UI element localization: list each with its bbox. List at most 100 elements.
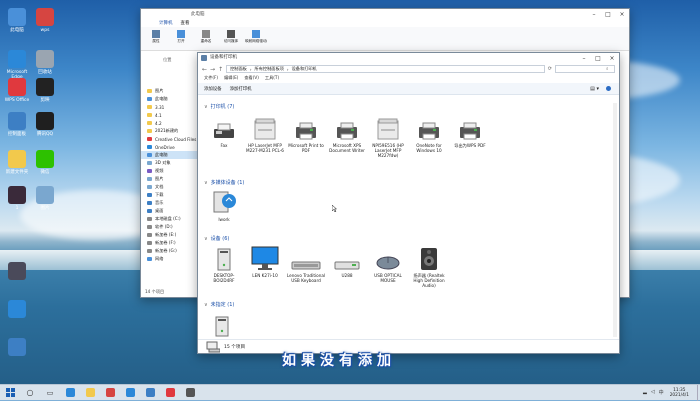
nav-item[interactable]: 音乐	[141, 199, 201, 207]
refresh-icon[interactable]: ⟳	[548, 66, 552, 72]
section-unspecified[interactable]: ∨ 未指定 (1)	[204, 301, 234, 309]
nav-item[interactable]: 2021新建的	[141, 127, 201, 135]
printer-item[interactable]: Microsoft Print to PDF	[286, 115, 326, 153]
ribbon-button[interactable]: 打开	[170, 29, 192, 48]
view-options-icon[interactable]: ▤ ▾	[590, 86, 599, 92]
section-printers[interactable]: ∨ 打印机 (7)	[204, 103, 234, 111]
printer-item[interactable]: NPI59E516 (HP LaserJet MFP M227fdw)	[368, 115, 408, 158]
tab-computer[interactable]: 计算机	[159, 20, 173, 27]
desktop-icon[interactable]: Microsoft Edge	[2, 50, 32, 80]
menu-tools[interactable]: 工具(T)	[265, 75, 279, 83]
taskbar-app-button[interactable]	[160, 385, 180, 401]
tray-icons[interactable]: ▂ ◁ 中	[643, 389, 664, 396]
nav-item[interactable]: 本地磁盘 (C:)	[141, 215, 201, 223]
nav-item[interactable]: 新加卷 (E:)	[141, 231, 201, 239]
desktop-icon[interactable]: 腾讯QQ	[30, 112, 60, 137]
tab-view[interactable]: 查看	[181, 20, 190, 27]
desktop-icon[interactable]: 控制面板	[2, 112, 32, 137]
desktop-icon[interactable]	[2, 300, 32, 320]
nav-item[interactable]: Creative Cloud Files	[141, 135, 201, 143]
scrollbar[interactable]	[613, 103, 617, 337]
breadcrumb-item[interactable]: 所有控制面板项	[255, 66, 284, 72]
desktop-icon[interactable]: WPS Office	[2, 78, 32, 103]
close-icon[interactable]: ×	[605, 53, 619, 64]
nav-item[interactable]: 软件 (D:)	[141, 223, 201, 231]
nav-item[interactable]: OneDrive	[141, 143, 201, 151]
add-device-button[interactable]: 添加设备	[204, 86, 222, 92]
desktop-icon[interactable]: 1	[2, 186, 32, 211]
clock[interactable]: 11:35 2021/4/1	[670, 388, 689, 398]
nav-item[interactable]: 3.31	[141, 103, 201, 111]
taskbar-app-button[interactable]	[80, 385, 100, 401]
volume-icon[interactable]: ◁	[651, 389, 655, 396]
back-arrow-icon[interactable]: ←	[202, 66, 207, 73]
menu-edit[interactable]: 编辑(E)	[224, 75, 238, 83]
desktop-icon[interactable]: 回收站	[30, 50, 60, 75]
printer-item[interactable]: Microsoft XPS Document Writer	[327, 115, 367, 153]
menu-file[interactable]: 文件(F)	[204, 75, 218, 83]
minimize-icon[interactable]: –	[577, 53, 591, 64]
desktop-icon[interactable]	[2, 338, 32, 358]
device-item[interactable]: 扬声器 (Realtek High Definition Audio)	[409, 245, 449, 288]
nav-item[interactable]: 4.2	[141, 119, 201, 127]
minimize-icon[interactable]: –	[587, 9, 601, 20]
nav-item[interactable]: 文档	[141, 183, 201, 191]
nav-item[interactable]: 下载	[141, 191, 201, 199]
search-input[interactable]: ⌕	[555, 65, 615, 73]
nav-item[interactable]: 新加卷 (G:)	[141, 247, 201, 255]
nav-item[interactable]: 桌面	[141, 207, 201, 215]
device-item[interactable]: USB OPTICAL MOUSE	[368, 245, 408, 283]
nav-item[interactable]: 图片	[141, 87, 201, 95]
ribbon-button[interactable]: 访问媒体	[220, 29, 242, 48]
desktop-icon[interactable]: wps	[30, 8, 60, 33]
up-arrow-icon[interactable]: ↑	[218, 66, 223, 73]
device-item[interactable]: DESKTOP-BOI2D4RF	[204, 245, 244, 283]
desktop-icon[interactable]	[2, 262, 32, 282]
device-unspecified[interactable]	[202, 311, 242, 339]
printer-item[interactable]: Fax	[204, 115, 244, 148]
device-item[interactable]: LEN K27i-10	[245, 245, 285, 278]
breadcrumb-item[interactable]: 控制面板	[230, 66, 247, 72]
nav-item[interactable]: 4.1	[141, 111, 201, 119]
ribbon-button[interactable]: 属性	[145, 29, 167, 48]
device-item[interactable]: U288	[327, 245, 367, 278]
section-devices[interactable]: ∨ 设备 (6)	[204, 235, 229, 243]
nav-item[interactable]: 此电脑	[141, 151, 201, 159]
add-printer-button[interactable]: 添加打印机	[230, 86, 252, 92]
maximize-icon[interactable]: □	[601, 9, 615, 20]
task-view-icon[interactable]: ▭	[40, 385, 60, 401]
nav-item[interactable]: 视频	[141, 167, 201, 175]
taskbar-app-button[interactable]	[140, 385, 160, 401]
address-bar[interactable]: 控制面板 › 所有控制面板项 › 设备和打印机	[226, 65, 545, 73]
nav-item[interactable]: 新加卷 (F:)	[141, 239, 201, 247]
taskbar-app-button[interactable]	[120, 385, 140, 401]
taskbar-app-button[interactable]	[100, 385, 120, 401]
menu-view[interactable]: 查看(V)	[244, 75, 259, 83]
ribbon-button[interactable]: 重命名	[195, 29, 217, 48]
desktop-icon[interactable]: 图片	[30, 186, 60, 211]
media-device-item[interactable]: Iwork	[204, 189, 244, 222]
breadcrumb-item[interactable]: 设备和打印机	[292, 66, 317, 72]
desktop-icon[interactable]: 剪映	[30, 78, 60, 103]
desktop-icon[interactable]: 新建文件夹	[2, 150, 32, 175]
taskbar-app-button[interactable]	[180, 385, 200, 401]
nav-item[interactable]: 此电脑	[141, 95, 201, 103]
nav-item[interactable]: 图片	[141, 175, 201, 183]
input-method-icon[interactable]: 中	[659, 389, 664, 396]
section-media[interactable]: ∨ 多媒体设备 (1)	[204, 179, 244, 187]
printer-item[interactable]: 导出为WPS PDF	[450, 115, 490, 148]
printer-item[interactable]: OneNote for Windows 10	[409, 115, 449, 153]
search-icon[interactable]: ○	[20, 385, 40, 401]
printer-item[interactable]: HP LaserJet MFP M227-M231 PCL-6	[245, 115, 285, 153]
maximize-icon[interactable]: □	[591, 53, 605, 64]
nav-item[interactable]: 网络	[141, 255, 201, 263]
help-icon[interactable]	[606, 86, 611, 91]
desktop-icon[interactable]: 此电脑	[2, 8, 32, 33]
forward-arrow-icon[interactable]: →	[210, 66, 215, 73]
devices-printers-window[interactable]: 设备和打印机 – □ × ← → ↑ 控制面板 › 所有控制面板项 › 设备和打印机…	[197, 52, 620, 354]
close-icon[interactable]: ×	[615, 9, 629, 20]
network-icon[interactable]: ▂	[643, 389, 647, 396]
start-button[interactable]	[0, 385, 20, 401]
taskbar-app-button[interactable]	[60, 385, 80, 401]
ribbon-button[interactable]: 映射网络驱动器	[245, 29, 267, 48]
